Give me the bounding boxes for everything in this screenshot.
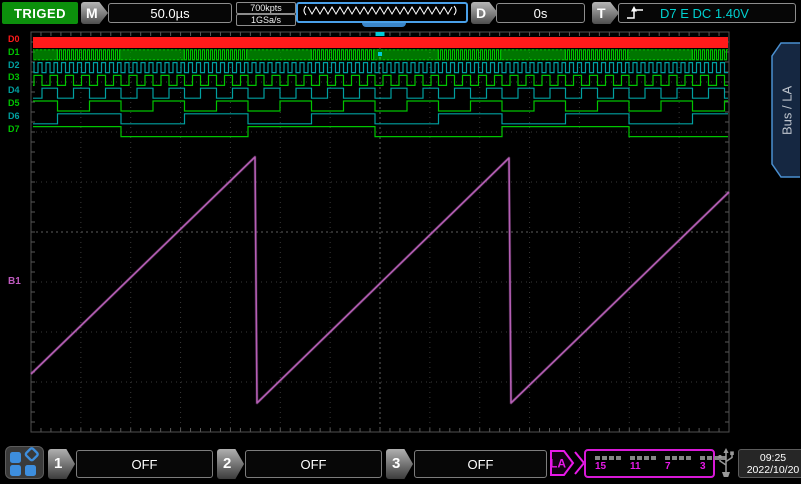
trigger-readout: D7 E DC 1.40V [618,3,796,23]
channel-label-D6: D6 [8,111,20,121]
la-channel-square [616,456,621,460]
memory-depth-readout: 700kpts [236,2,296,14]
la-group-number: 7 [665,462,691,472]
timebase-readout: 50.0µs [108,3,232,23]
la-group-15: 15 [595,456,621,472]
bus-b1-label: B1 [8,276,21,287]
la-channel-square [630,456,635,460]
trigger-badge: T [592,2,619,24]
softkey-1-badge: 1 [48,449,75,479]
rising-edge-icon [626,5,644,21]
channel-label-D4: D4 [8,85,20,95]
softkey-1-button[interactable]: OFF [76,450,213,478]
la-group-number: 15 [595,462,621,472]
la-channel-square [602,456,607,460]
softkey-3-badge: 3 [386,449,413,479]
overview-zigzag-icon [298,4,462,17]
la-channel-square [637,456,642,460]
la-channel-square [686,456,691,460]
la-channel-square [672,456,677,460]
la-squares [665,456,691,460]
la-channel-square [707,456,712,460]
la-channel-square [644,456,649,460]
waveform-plot [0,26,801,445]
softkey-2-button[interactable]: OFF [245,450,382,478]
clock: 09:25 2022/10/20 [738,449,801,478]
waveform-display: D0 D1 D2 D3 D4 D5 D6 D7 B1 [0,26,801,445]
la-group-number: 11 [630,462,656,472]
la-squares [595,456,621,460]
timebase-badge: M [81,2,108,24]
la-channel-square [665,456,670,460]
clock-date: 2022/10/20 [747,464,800,476]
tab-bus-la[interactable]: Bus / LA [771,42,801,178]
la-channel-square [679,456,684,460]
channel-label-D7: D7 [8,124,20,134]
la-badge-shape: LA [550,448,586,478]
delay-readout: 0s [496,3,585,23]
channel-label-D2: D2 [8,60,20,70]
trigger-status-badge: TRIGED [2,2,78,24]
waveform-overview-thumbnail [296,2,468,23]
la-channel-square [595,456,600,460]
softkey-2-badge: 2 [217,449,244,479]
channel-label-D3: D3 [8,72,20,82]
sample-rate-readout: 1GSa/s [236,14,296,26]
la-squares [630,456,656,460]
trigger-point-marker [378,52,382,56]
la-channel-square [609,456,614,460]
softkey-3-button[interactable]: OFF [414,450,547,478]
overview-handle [362,23,406,27]
svg-text:LA: LA [550,457,566,471]
la-channel-indicator[interactable]: 151173 [584,449,715,478]
delay-badge: D [471,2,498,24]
clock-time: 09:25 [760,452,786,464]
la-active-badge[interactable]: LA [550,448,586,483]
la-group-11: 11 [630,456,656,472]
usb-icon [716,447,736,484]
la-channel-square [651,456,656,460]
wave-D0 [33,37,728,48]
channel-label-D5: D5 [8,98,20,108]
la-channel-square [700,456,705,460]
la-group-7: 7 [665,456,691,472]
trigger-setting-text: D7 E DC 1.40V [660,6,749,21]
channel-label-D1: D1 [8,47,20,57]
status-bar: TRIGED M 50.0µs 700kpts 1GSa/s D 0s T D7… [0,0,801,26]
soft-menu-bar: 1 OFF 2 OFF 3 OFF LA 151173 09:25 2022/1… [0,445,801,481]
side-tab-label: Bus / LA [778,42,796,178]
channel-label-D0: D0 [8,34,20,44]
trigger-position-marker [376,32,385,36]
app-menu-button[interactable] [5,446,44,479]
app-grid-icon [6,447,43,478]
